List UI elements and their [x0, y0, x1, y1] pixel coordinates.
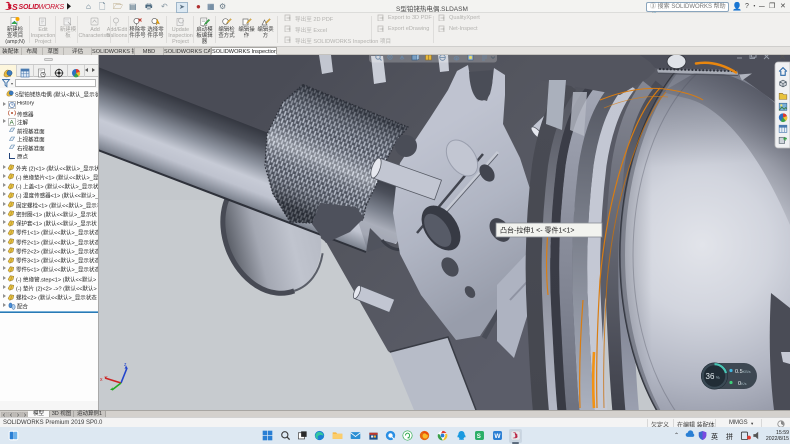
svg-text:SOLID: SOLID	[19, 4, 40, 11]
svg-text:S: S	[477, 433, 481, 440]
svg-text:凸台-拉伸1 <- 零件1<1>: 凸台-拉伸1 <- 零件1<1>	[500, 226, 575, 235]
svg-text:S: S	[12, 2, 18, 12]
svg-text:WORKS: WORKS	[39, 4, 65, 11]
svg-text:%: %	[716, 375, 720, 380]
svg-text:W: W	[494, 433, 501, 440]
svg-text:36: 36	[706, 372, 715, 381]
